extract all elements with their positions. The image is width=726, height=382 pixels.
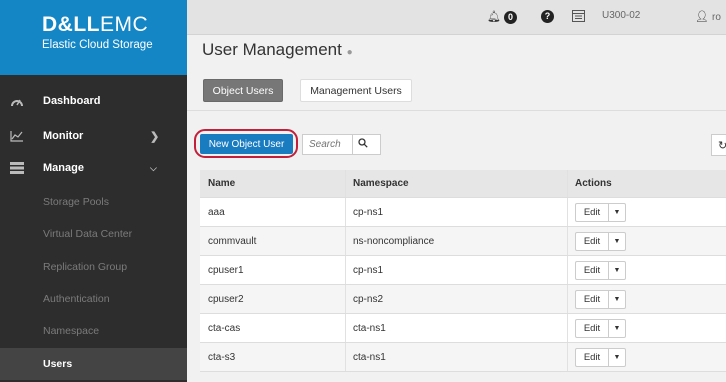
nav-monitor-label: Monitor bbox=[43, 130, 84, 142]
bell-icon: 🔔︎ bbox=[487, 11, 501, 23]
table-row: commvault ns-noncompliance Edit ▼ bbox=[200, 227, 726, 256]
page-title: User Management ● bbox=[202, 40, 353, 59]
header-namespace[interactable]: Namespace bbox=[353, 170, 409, 197]
namespace-cell: cta-ns1 bbox=[353, 351, 386, 363]
dell-emc-logo: D&LLEMC bbox=[42, 13, 149, 36]
nav-dashboard[interactable]: Dashboard bbox=[0, 86, 187, 116]
user-name-cell: cpuser1 bbox=[208, 264, 244, 276]
sidebar-item-authentication[interactable]: Authentication bbox=[0, 283, 187, 315]
sidebar-item-replication-group[interactable]: Replication Group bbox=[0, 251, 187, 283]
sidebar-item-users[interactable]: Users bbox=[0, 348, 187, 380]
alert-count-badge: 0 bbox=[504, 10, 518, 24]
new-object-user-button[interactable]: New Object User bbox=[200, 134, 293, 154]
edit-button-group: Edit ▼ bbox=[575, 347, 626, 367]
search-box bbox=[302, 134, 381, 155]
chevron-down-icon: ⌵ bbox=[150, 162, 157, 173]
nav-dashboard-label: Dashboard bbox=[43, 95, 101, 107]
caret-down-icon[interactable]: ▼ bbox=[609, 233, 625, 250]
user-name-cell: cta-s3 bbox=[208, 351, 236, 363]
info-icon[interactable]: ● bbox=[347, 47, 353, 58]
tab-bar: Object Users Management Users bbox=[187, 70, 726, 111]
caret-down-icon[interactable]: ▼ bbox=[609, 262, 625, 279]
user-name-cell: aaa bbox=[208, 206, 225, 218]
table-row: cta-cas cta-ns1 Edit ▼ bbox=[200, 314, 726, 343]
caret-down-icon[interactable]: ▼ bbox=[609, 349, 625, 366]
sidebar-item-virtual-data-center[interactable]: Virtual Data Center bbox=[0, 218, 187, 250]
edit-button[interactable]: Edit bbox=[576, 232, 609, 250]
namespace-cell: cp-ns1 bbox=[353, 264, 384, 276]
edit-button[interactable]: Edit bbox=[576, 261, 609, 279]
refresh-icon[interactable]: ↻ bbox=[711, 134, 726, 156]
namespace-cell: ns-noncompliance bbox=[353, 235, 435, 247]
vdc-icon bbox=[572, 10, 585, 25]
edit-button-group: Edit ▼ bbox=[575, 202, 626, 222]
sidebar-item-namespace[interactable]: Namespace bbox=[0, 315, 187, 347]
manage-icon bbox=[10, 162, 24, 174]
brand-subtitle: Elastic Cloud Storage bbox=[42, 39, 153, 51]
top-bar: 🔔︎ 0 ? U300-02 👤︎ ro bbox=[187, 0, 726, 35]
caret-down-icon[interactable]: ▼ bbox=[609, 204, 625, 221]
user-name: ro bbox=[712, 12, 721, 23]
namespace-cell: cta-ns1 bbox=[353, 322, 386, 334]
table-row: aaa cp-ns1 Edit ▼ bbox=[200, 198, 726, 227]
caret-down-icon[interactable]: ▼ bbox=[609, 320, 625, 337]
nav-monitor[interactable]: Monitor ❯ bbox=[0, 121, 187, 151]
table-row: cpuser1 cp-ns1 Edit ▼ bbox=[200, 256, 726, 285]
user-name-cell: cpuser2 bbox=[208, 293, 244, 305]
edit-button-group: Edit ▼ bbox=[575, 260, 626, 280]
namespace-cell: cp-ns2 bbox=[353, 293, 384, 305]
table-row: cpuser2 cp-ns2 Edit ▼ bbox=[200, 285, 726, 314]
header-actions: Actions bbox=[575, 178, 612, 189]
vdc-name[interactable]: U300-02 bbox=[602, 10, 640, 21]
header-name[interactable]: Name bbox=[208, 170, 235, 197]
edit-button[interactable]: Edit bbox=[576, 203, 609, 221]
namespace-cell: cp-ns1 bbox=[353, 206, 384, 218]
edit-button-group: Edit ▼ bbox=[575, 289, 626, 309]
search-input[interactable] bbox=[303, 135, 353, 154]
edit-button[interactable]: Edit bbox=[576, 290, 609, 308]
user-icon: 👤︎ bbox=[695, 11, 709, 23]
sidebar-item-storage-pools[interactable]: Storage Pools bbox=[0, 186, 187, 218]
dashboard-icon bbox=[10, 95, 24, 107]
chart-icon bbox=[10, 130, 24, 142]
nav-manage[interactable]: Manage ⌵ bbox=[0, 153, 187, 183]
caret-down-icon[interactable]: ▼ bbox=[609, 291, 625, 308]
table-row: cta-s3 cta-ns1 Edit ▼ bbox=[200, 343, 726, 372]
edit-button[interactable]: Edit bbox=[576, 319, 609, 337]
search-icon[interactable] bbox=[358, 138, 368, 151]
edit-button[interactable]: Edit bbox=[576, 348, 609, 366]
user-menu[interactable]: 👤︎ ro bbox=[695, 10, 721, 23]
help-icon[interactable]: ? bbox=[541, 10, 554, 23]
user-name-cell: cta-cas bbox=[208, 322, 241, 334]
table-header: Name Namespace Actions bbox=[200, 170, 726, 198]
alerts-button[interactable]: 🔔︎ 0 bbox=[487, 10, 518, 24]
edit-button-group: Edit ▼ bbox=[575, 231, 626, 251]
sidebar: D&LLEMC Elastic Cloud Storage Dashboard … bbox=[0, 0, 187, 382]
users-table: Name Namespace Actions aaa cp-ns1 Edit ▼ … bbox=[200, 170, 726, 372]
tab-management-users[interactable]: Management Users bbox=[300, 79, 412, 102]
chevron-right-icon: ❯ bbox=[150, 130, 160, 143]
edit-button-group: Edit ▼ bbox=[575, 318, 626, 338]
brand-header[interactable]: D&LLEMC Elastic Cloud Storage bbox=[0, 0, 187, 75]
user-name-cell: commvault bbox=[208, 235, 257, 247]
nav-manage-label: Manage bbox=[43, 162, 84, 174]
tab-object-users[interactable]: Object Users bbox=[203, 79, 283, 102]
